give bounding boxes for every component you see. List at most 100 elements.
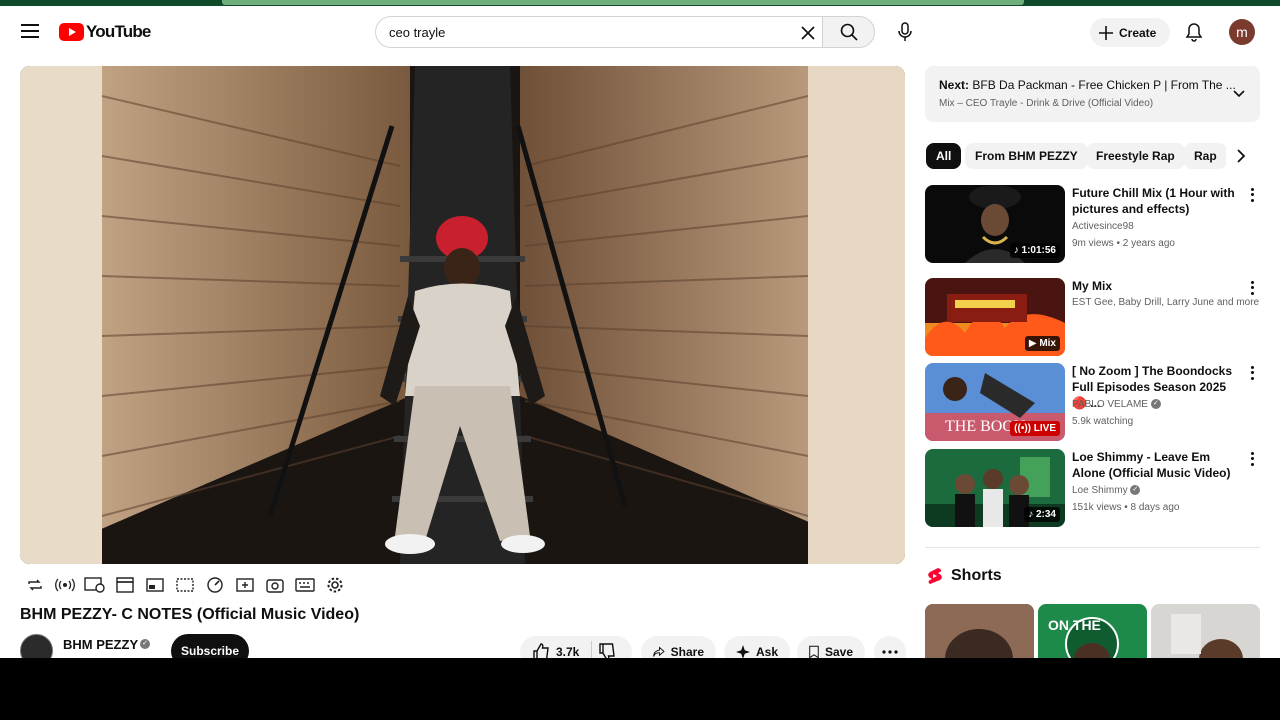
loop-icon[interactable] xyxy=(24,574,46,596)
miniplayer-icon[interactable] xyxy=(174,574,196,596)
sparkle-icon xyxy=(736,645,750,658)
ask-button[interactable]: Ask xyxy=(724,636,790,658)
thumbs-up-icon[interactable] xyxy=(532,643,550,658)
recommendation-channel: EST Gee, Baby Drill, Larry June and more xyxy=(1072,297,1260,308)
add-frame-icon[interactable] xyxy=(234,574,256,596)
bell-icon xyxy=(1185,23,1203,42)
more-vertical-icon[interactable] xyxy=(1246,280,1258,296)
youtube-watch-page: YouTube Create m xyxy=(0,0,1280,658)
recommendation-thumbnail[interactable]: THE BOON ((•)) LIVE xyxy=(925,363,1065,441)
account-avatar[interactable]: m xyxy=(1229,19,1255,45)
recommendation-title: Future Chill Mix (1 Hour with pictures a… xyxy=(1072,186,1235,216)
more-horizontal-icon xyxy=(882,650,898,654)
chip-from-channel[interactable]: From BHM PEZZY xyxy=(965,143,1088,169)
more-vertical-icon[interactable] xyxy=(1246,451,1258,467)
speed-icon[interactable] xyxy=(204,574,226,596)
subscribe-button[interactable]: Subscribe xyxy=(171,634,249,658)
picture-in-picture-icon[interactable] xyxy=(144,574,166,596)
recommendation-item[interactable]: THE BOON ((•)) LIVE [ No Zoom ] The Boon… xyxy=(925,363,1260,441)
video-player[interactable] xyxy=(20,66,905,564)
recommendation-thumbnail[interactable]: ▶ Mix xyxy=(925,278,1065,356)
chips-next-button[interactable] xyxy=(1226,143,1256,169)
gear-icon[interactable] xyxy=(324,574,346,596)
short-thumbnail[interactable] xyxy=(925,604,1034,658)
next-up-card[interactable]: Next: BFB Da Packman - Free Chicken P | … xyxy=(925,66,1260,122)
video-title: BHM PEZZY- C NOTES (Official Music Video… xyxy=(20,606,360,623)
recommendation-channel: Activesince98 xyxy=(1072,221,1134,232)
thumbs-down-icon[interactable] xyxy=(598,643,616,658)
shorts-icon xyxy=(928,568,942,584)
like-divider xyxy=(591,641,593,658)
close-icon xyxy=(801,26,815,40)
more-actions-button[interactable] xyxy=(874,636,906,658)
share-button[interactable]: Share xyxy=(641,636,716,658)
broadcast-icon[interactable] xyxy=(54,574,76,596)
microphone-icon xyxy=(898,22,912,41)
more-vertical-icon[interactable] xyxy=(1246,187,1258,203)
channel-name: Loe Shimmy xyxy=(1072,485,1128,496)
shorts-title: Shorts xyxy=(951,567,1002,584)
duration-badge: ♪ 2:34 xyxy=(1024,507,1060,522)
chip-freestyle-rap[interactable]: Freestyle Rap xyxy=(1086,143,1185,169)
save-label: Save xyxy=(824,645,853,658)
create-button[interactable]: Create xyxy=(1090,18,1170,47)
verified-icon: ✓ xyxy=(1130,485,1141,496)
more-vertical-icon[interactable] xyxy=(1246,365,1258,381)
duration-badge: ♪ 1:01:56 xyxy=(1009,243,1060,258)
verified-icon: ✓ xyxy=(1150,399,1161,410)
share-label: Share xyxy=(670,645,704,658)
like-count[interactable]: 3.7k xyxy=(556,645,579,658)
short-thumbnail[interactable] xyxy=(1151,604,1260,658)
chip-rap[interactable]: Rap xyxy=(1184,143,1227,169)
next-prefix: Next: xyxy=(939,78,970,92)
short-thumbnail[interactable]: ON THE xyxy=(1038,604,1147,658)
clapperboard-icon[interactable] xyxy=(114,574,136,596)
recommendation-thumbnail[interactable]: ♪ 1:01:56 xyxy=(925,185,1065,263)
recommendation-title: My Mix xyxy=(1072,279,1113,293)
next-up-title-line: Next: BFB Da Packman - Free Chicken P | … xyxy=(939,78,1236,92)
search-icon xyxy=(840,23,858,41)
recommendation-item[interactable]: ♪ 1:01:56 Future Chill Mix (1 Hour with … xyxy=(925,185,1260,263)
video-frame xyxy=(20,66,905,564)
shorts-header: Shorts xyxy=(927,567,1002,585)
recommendation-meta: 5.9k watching xyxy=(1072,416,1134,427)
logo-text: YouTube xyxy=(86,22,151,41)
top-strip-glow xyxy=(222,0,1024,5)
hamburger-icon xyxy=(21,24,39,38)
chevron-down-icon[interactable] xyxy=(1232,86,1246,100)
share-icon xyxy=(653,646,665,657)
verified-icon: ✓ xyxy=(140,639,150,649)
search-input[interactable] xyxy=(389,24,779,40)
video-settings-icon[interactable] xyxy=(84,574,106,596)
youtube-logo[interactable]: YouTube xyxy=(59,22,151,42)
bookmark-icon xyxy=(809,645,819,658)
filter-chips: All From BHM PEZZY Freestyle Rap Rap xyxy=(926,143,1260,169)
channel-avatar[interactable] xyxy=(20,634,53,658)
clear-search-button[interactable] xyxy=(796,21,820,45)
like-dislike-group: 3.7k xyxy=(520,636,632,658)
search-box xyxy=(375,16,826,48)
recommendation-channel: PABLO VELAME ✓ xyxy=(1072,399,1161,410)
youtube-play-icon xyxy=(59,23,84,41)
voice-search-button[interactable] xyxy=(889,16,921,48)
chip-all[interactable]: All xyxy=(926,143,962,169)
channel-name: PABLO VELAME xyxy=(1072,399,1148,410)
recommendation-meta: 9m views • 2 years ago xyxy=(1072,238,1175,249)
masthead: YouTube Create m xyxy=(0,6,1280,58)
live-badge: ((•)) LIVE xyxy=(1010,421,1060,436)
screenshot-icon[interactable] xyxy=(264,574,286,596)
keyboard-icon[interactable] xyxy=(294,574,316,596)
save-button[interactable]: Save xyxy=(797,636,865,658)
menu-button[interactable] xyxy=(14,15,46,47)
recommendation-item[interactable]: ▶ Mix My Mix EST Gee, Baby Drill, Larry … xyxy=(925,278,1260,356)
search-button[interactable] xyxy=(822,16,875,48)
recommendation-thumbnail[interactable]: ♪ 2:34 xyxy=(925,449,1065,527)
svg-text:ON THE: ON THE xyxy=(1048,617,1101,633)
next-title: BFB Da Packman - Free Chicken P | From T… xyxy=(972,78,1236,92)
channel-name[interactable]: BHM PEZZY xyxy=(63,637,138,652)
ask-label: Ask xyxy=(755,645,778,658)
notifications-button[interactable] xyxy=(1180,18,1208,46)
plus-icon xyxy=(1099,25,1113,40)
recommendation-item[interactable]: ♪ 2:34 Loe Shimmy - Leave Em Alone (Offi… xyxy=(925,449,1260,527)
section-divider xyxy=(925,547,1260,548)
